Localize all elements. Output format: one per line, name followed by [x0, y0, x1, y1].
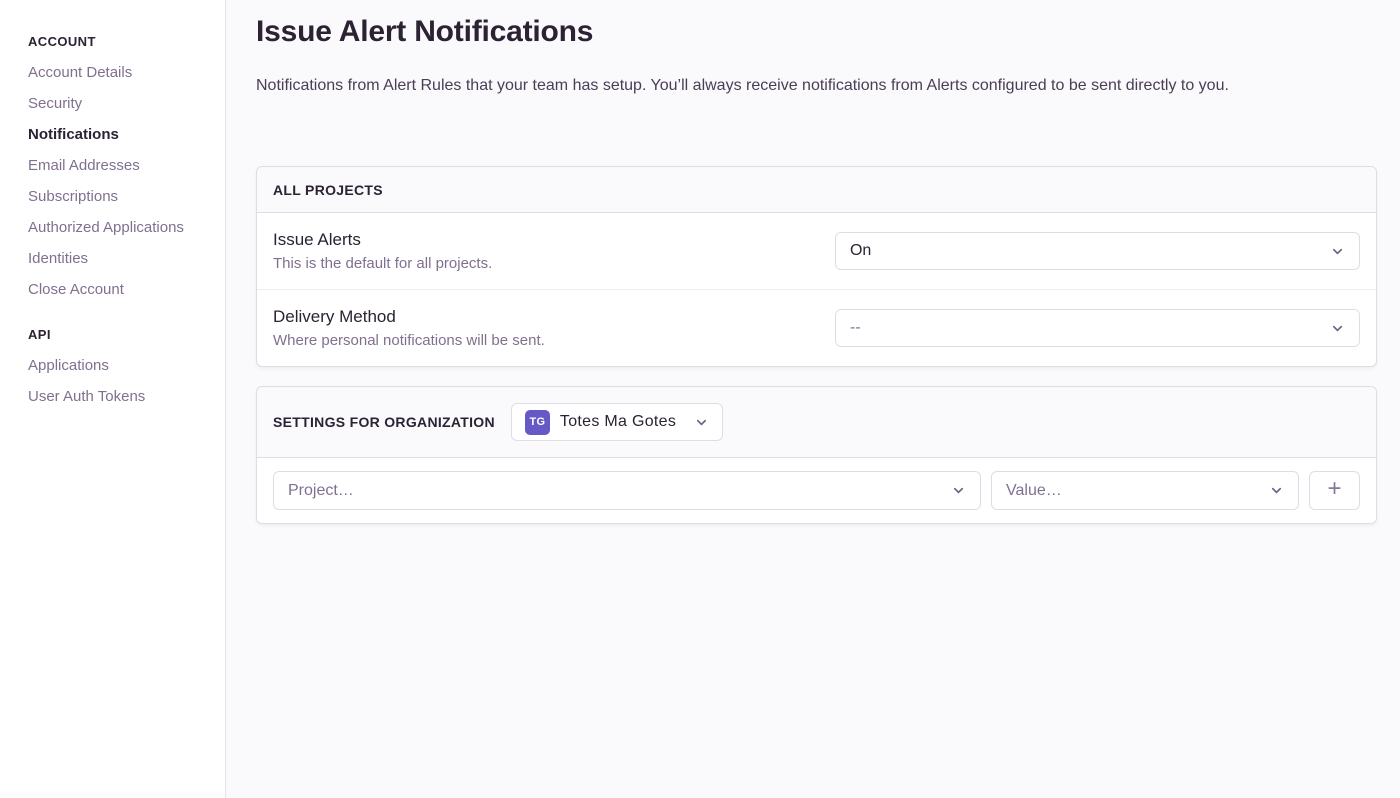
org-settings-panel: SETTINGS FOR ORGANIZATION TG Totes Ma Go…	[256, 386, 1377, 524]
org-settings-body: Project… Value… +	[257, 458, 1376, 523]
chevron-down-icon	[694, 415, 709, 430]
sidebar-item-applications[interactable]: Applications	[28, 350, 213, 381]
sidebar-item-account-details[interactable]: Account Details	[28, 57, 213, 88]
delivery-method-label: Delivery Method	[273, 306, 811, 327]
chevron-down-icon	[951, 483, 966, 498]
sidebar-section-account: ACCOUNT Account Details Security Notific…	[28, 26, 213, 305]
delivery-method-help: Where personal notifications will be sen…	[273, 332, 811, 350]
delivery-method-select-value: --	[850, 319, 861, 337]
sidebar-header-account: ACCOUNT	[28, 26, 213, 57]
sidebar-item-email-addresses[interactable]: Email Addresses	[28, 150, 213, 181]
issue-alerts-field-row: Issue Alerts This is the default for all…	[257, 213, 1376, 289]
plus-icon: +	[1327, 477, 1341, 501]
chevron-down-icon	[1269, 483, 1284, 498]
sidebar-item-subscriptions[interactable]: Subscriptions	[28, 181, 213, 212]
org-settings-header-label: SETTINGS FOR ORGANIZATION	[273, 414, 495, 430]
value-select-placeholder: Value…	[1006, 482, 1062, 500]
settings-sidebar: ACCOUNT Account Details Security Notific…	[0, 0, 226, 798]
sidebar-item-close-account[interactable]: Close Account	[28, 274, 213, 305]
sidebar-item-security[interactable]: Security	[28, 88, 213, 119]
delivery-method-field-text: Delivery Method Where personal notificat…	[273, 306, 835, 350]
issue-alerts-select[interactable]: On	[835, 232, 1360, 270]
issue-alerts-control: On	[835, 232, 1360, 270]
chevron-down-icon	[1330, 321, 1345, 336]
sidebar-header-api: API	[28, 319, 213, 350]
org-name: Totes Ma Gotes	[560, 413, 676, 431]
org-avatar: TG	[525, 410, 550, 435]
project-select[interactable]: Project…	[273, 471, 981, 510]
organization-select[interactable]: TG Totes Ma Gotes	[511, 403, 723, 441]
sidebar-item-identities[interactable]: Identities	[28, 243, 213, 274]
sidebar-item-authorized-applications[interactable]: Authorized Applications	[28, 212, 213, 243]
delivery-method-control: --	[835, 309, 1360, 347]
issue-alerts-label: Issue Alerts	[273, 229, 811, 250]
chevron-down-icon	[1330, 244, 1345, 259]
org-settings-panel-header: SETTINGS FOR ORGANIZATION TG Totes Ma Go…	[257, 387, 1376, 458]
sidebar-item-user-auth-tokens[interactable]: User Auth Tokens	[28, 381, 213, 412]
issue-alerts-select-value: On	[850, 242, 871, 260]
delivery-method-field-row: Delivery Method Where personal notificat…	[257, 289, 1376, 366]
page-description: Notifications from Alert Rules that your…	[256, 76, 1377, 96]
sidebar-section-api: API Applications User Auth Tokens	[28, 319, 213, 412]
all-projects-panel: ALL PROJECTS Issue Alerts This is the de…	[256, 166, 1377, 367]
settings-page: ACCOUNT Account Details Security Notific…	[0, 0, 1400, 798]
issue-alerts-help: This is the default for all projects.	[273, 255, 811, 273]
all-projects-panel-header: ALL PROJECTS	[257, 167, 1376, 213]
value-select[interactable]: Value…	[991, 471, 1299, 510]
delivery-method-select[interactable]: --	[835, 309, 1360, 347]
sidebar-item-notifications[interactable]: Notifications	[28, 119, 213, 150]
issue-alerts-field-text: Issue Alerts This is the default for all…	[273, 229, 835, 273]
page-title: Issue Alert Notifications	[256, 14, 1377, 50]
add-rule-button[interactable]: +	[1309, 471, 1360, 510]
project-select-placeholder: Project…	[288, 482, 354, 500]
main-content: Issue Alert Notifications Notifications …	[226, 0, 1400, 798]
